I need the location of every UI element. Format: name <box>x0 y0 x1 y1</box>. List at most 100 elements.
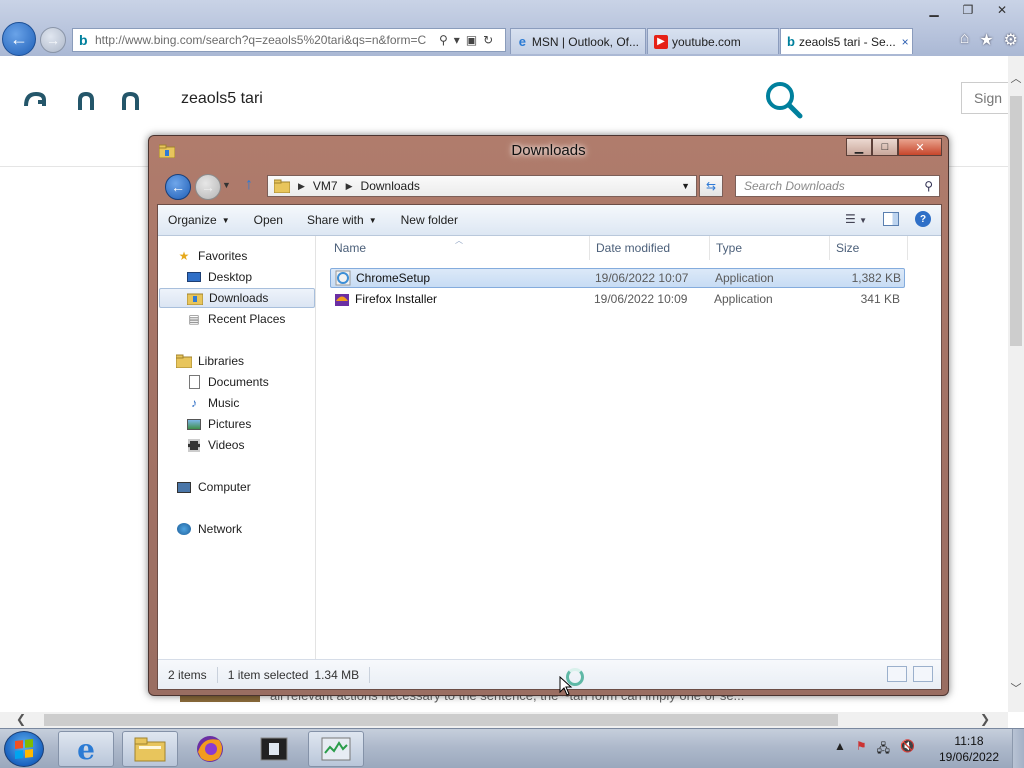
nav-libraries[interactable]: Libraries <box>176 351 244 371</box>
search-icon[interactable] <box>764 80 804 123</box>
scroll-thumb[interactable] <box>1010 96 1022 346</box>
search-icon[interactable]: ⚲ <box>439 33 448 47</box>
home-icon[interactable]: ⌂ <box>960 30 970 50</box>
details-view-icon[interactable] <box>887 666 907 682</box>
up-arrow-icon[interactable]: ↑ <box>245 176 253 194</box>
column-header-name[interactable]: Name <box>328 236 590 260</box>
new-folder-button[interactable]: New folder <box>401 213 458 227</box>
column-header-type[interactable]: Type <box>710 236 830 260</box>
forward-button[interactable]: → <box>195 174 221 200</box>
nav-music[interactable]: ♪ Music <box>186 393 239 413</box>
show-hidden-icons-icon[interactable]: ▲ <box>834 739 846 760</box>
tab-msn[interactable]: e MSN | Outlook, Of... <box>510 28 646 54</box>
file-row-firefox-installer[interactable]: Firefox Installer 19/06/2022 10:09 Appli… <box>330 289 905 309</box>
search-icon[interactable]: ⚲ <box>924 179 933 193</box>
preview-pane-icon[interactable] <box>883 212 899 226</box>
scroll-down-icon[interactable]: ﹀ <box>1008 680 1024 696</box>
chevron-down-icon[interactable]: ▼ <box>681 181 690 191</box>
back-button[interactable]: ← <box>2 22 36 56</box>
compat-view-icon[interactable]: ▣ <box>466 33 477 47</box>
recent-locations-dropdown[interactable]: ▼ <box>222 180 231 190</box>
network-status-icon[interactable]: 🖧 <box>877 739 890 760</box>
back-button[interactable]: ← <box>165 174 191 200</box>
chrome-setup-icon <box>335 270 351 286</box>
address-bar[interactable]: b http://www.bing.com/search?q=zeaols5%2… <box>72 28 506 52</box>
minimize-button[interactable]: ▁ <box>920 2 948 18</box>
start-button[interactable] <box>4 731 44 767</box>
share-with-button[interactable]: Share with ▼ <box>307 213 377 227</box>
nav-favorites[interactable]: ★ Favorites <box>176 246 248 266</box>
bing-logo[interactable] <box>24 86 144 120</box>
favorites-star-icon[interactable]: ★ <box>979 30 993 50</box>
volume-muted-icon[interactable]: 🔇 <box>900 739 915 760</box>
explorer-window: Downloads ▁ □ ✕ ← → ▼ ↑ ▶ VM7 ▶ Download… <box>148 135 949 696</box>
page-vertical-scrollbar[interactable]: ︿ ﹀ <box>1008 56 1024 712</box>
breadcrumb-separator-icon[interactable]: ▶ <box>346 181 353 192</box>
nav-desktop[interactable]: Desktop <box>186 267 252 287</box>
large-icons-view-icon[interactable] <box>913 666 933 682</box>
forward-arrow-icon: → <box>46 32 60 48</box>
bing-icon: b <box>787 34 795 49</box>
taskbar-internet-explorer[interactable]: e <box>58 731 114 767</box>
tab-bing-search[interactable]: b zeaols5 tari - Se... × <box>780 28 913 54</box>
tab-youtube[interactable]: ▶ youtube.com <box>647 28 779 54</box>
action-center-flag-icon[interactable]: ⚑ <box>856 739 867 760</box>
status-bar: 2 items 1 item selected 1.34 MB <box>158 659 941 689</box>
desktop-icon <box>186 270 202 284</box>
dropdown-icon[interactable]: ▾ <box>454 33 460 47</box>
scroll-thumb[interactable] <box>44 714 838 726</box>
breadcrumb[interactable]: ▶ VM7 ▶ Downloads ▼ <box>267 175 697 197</box>
change-view-button[interactable]: ☰ ▼ <box>845 212 867 226</box>
star-icon: ★ <box>178 249 190 263</box>
gear-icon[interactable]: ⚙ <box>1004 30 1018 50</box>
nav-downloads[interactable]: Downloads <box>159 288 315 308</box>
nav-recent-places[interactable]: ▤ Recent Places <box>186 309 285 329</box>
breadcrumb-vm7[interactable]: VM7 <box>313 179 338 193</box>
taskbar-windows-explorer[interactable] <box>122 731 178 767</box>
scroll-up-icon[interactable]: ︿ <box>1008 70 1024 86</box>
close-button[interactable]: ✕ <box>898 138 942 156</box>
minimize-button[interactable]: ▁ <box>846 138 872 156</box>
sign-in-button[interactable]: Sign <box>961 82 1008 114</box>
nav-videos[interactable]: Videos <box>186 435 244 455</box>
close-tab-icon[interactable]: × <box>902 35 909 49</box>
nav-computer[interactable]: Computer <box>176 477 251 497</box>
youtube-icon: ▶ <box>654 34 668 49</box>
scroll-right-icon[interactable]: ❯ <box>980 712 990 726</box>
clock-date: 19/06/2022 <box>938 750 1000 764</box>
search-input[interactable]: Search Downloads ⚲ <box>735 175 940 197</box>
nav-documents[interactable]: Documents <box>186 372 269 392</box>
file-row-chromesetup[interactable]: ChromeSetup 19/06/2022 10:07 Application… <box>330 268 905 288</box>
taskbar-task-manager[interactable] <box>308 731 364 767</box>
breadcrumb-separator-icon[interactable]: ▶ <box>298 181 305 192</box>
refresh-icon[interactable]: ↻ <box>483 33 493 47</box>
selection-size: 1.34 MB <box>314 667 360 682</box>
page-horizontal-scrollbar[interactable]: ❮ ❯ <box>0 712 1008 728</box>
help-icon[interactable]: ? <box>915 211 931 227</box>
taskbar-firefox[interactable] <box>182 731 238 767</box>
close-button[interactable]: ✕ <box>988 2 1016 18</box>
system-tray: ▲ ⚑ 🖧 🔇 <box>834 739 915 760</box>
maximize-button[interactable]: □ <box>872 138 898 156</box>
address-url[interactable]: http://www.bing.com/search?q=zeaols5%20t… <box>95 33 435 47</box>
open-button[interactable]: Open <box>254 213 283 227</box>
breadcrumb-downloads[interactable]: Downloads <box>361 179 420 193</box>
refresh-icon: ⇆ <box>705 179 717 193</box>
computer-icon <box>176 480 192 494</box>
column-header-size[interactable]: Size <box>830 236 908 260</box>
nav-network[interactable]: Network <box>176 519 242 539</box>
forward-button[interactable]: → <box>40 27 66 53</box>
nav-pictures[interactable]: Pictures <box>186 414 251 434</box>
ie-icon: e <box>77 732 95 766</box>
clock-time: 11:18 <box>954 734 984 748</box>
show-desktop-button[interactable] <box>1012 729 1024 768</box>
taskbar-app-window[interactable] <box>246 731 302 767</box>
organize-button[interactable]: Organize ▼ <box>168 213 230 227</box>
bing-logo-icon <box>24 91 139 110</box>
scroll-left-icon[interactable]: ❮ <box>16 712 26 726</box>
refresh-button[interactable]: ⇆ <box>699 175 723 197</box>
column-header-date-modified[interactable]: Date modified <box>590 236 710 260</box>
restore-button[interactable]: ❐ <box>954 2 982 18</box>
taskbar-clock[interactable]: 11:18 19/06/2022 <box>932 733 1006 765</box>
search-query-text[interactable]: zeaols5 tari <box>181 90 263 108</box>
